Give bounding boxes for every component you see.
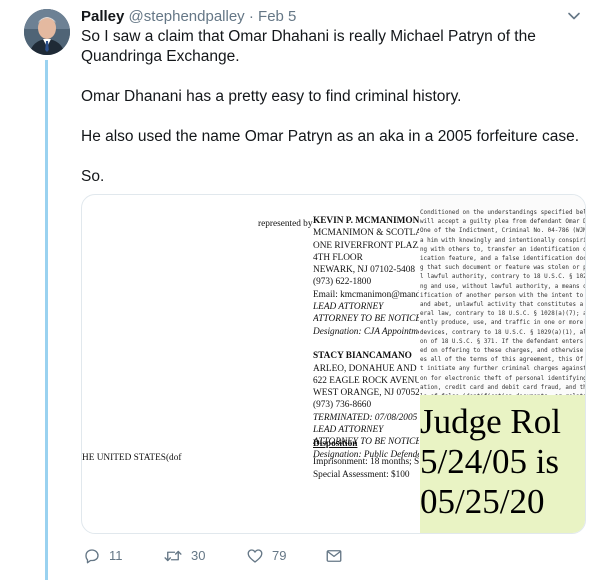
counsel-line: 4TH FLOOR [313,252,363,263]
reply-count: 11 [109,548,123,563]
retweet-button[interactable]: 30 [163,546,205,566]
plea-text-line: ently produce, use, and traffic in one o… [420,320,585,327]
court-docket-excerpt: represented by KEVIN P. MCMANIMON MCMANIM… [82,195,420,533]
plea-text-line: ication feature, and a false identificat… [420,256,585,263]
counsel-line: STACY BIANCAMANO [313,351,412,362]
counsel-line: ONE RIVERFRONT PLAZA [313,240,419,251]
counsel-line: NEWARK, NJ 07102-5408 [313,265,416,276]
tweet-paragraph: He also used the name Omar Patryn as an … [81,128,579,145]
retweet-count: 30 [191,548,206,563]
more-options-chevron-down-icon[interactable] [567,9,581,23]
counsel-line: LEAD ATTORNEY [313,302,384,313]
plea-text-line: and abet, unlawful activity that constit… [420,302,585,309]
plea-text-line: on for electronic theft of personal iden… [420,375,585,382]
plea-text-line: t initiate any further criminal charges … [420,366,585,373]
author-name[interactable]: Palley [81,8,124,25]
tweet-paragraph: Omar Dhanani has a pretty easy to find c… [81,88,462,105]
plea-text-line: Conditioned on the understandings specif… [420,210,585,216]
plea-text-line: eral law, contrary to 18 U.S.C. § 1028(a… [420,311,585,318]
counsel-line: Designation: CJA Appointment [313,326,419,337]
plea-text-line: es all of the terms of this agreement, t… [420,357,584,364]
plea-text-line: on of 18 U.S.C. § 371. If the defendant … [420,338,585,345]
represented-by-label: represented by [258,219,313,229]
plea-agreement-excerpt: Conditioned on the understandings specif… [420,195,585,395]
plea-text-line: l lawful authority, contrary to 18 U.S.C… [420,274,585,281]
avatar[interactable] [24,9,70,55]
author-handle[interactable]: @stephendpalley [129,8,245,25]
counsel-line: TERMINATED: 07/08/2005 [313,412,418,423]
judge-line: 5/24/05 is [420,442,560,481]
disposition-heading: Disposition [313,439,358,449]
plea-text-line: One of the Indictment, Criminal No. 04-7… [420,228,585,235]
plea-text-line: ation, credit card and debit card fraud,… [420,384,585,391]
counsel-line: LEAD ATTORNEY [313,425,384,436]
counsel-list: KEVIN P. MCMANIMON MCMANIMON & SCOTLANDON… [313,215,419,461]
counsel-line: ARLEO, DONAHUE AND BI [313,363,419,374]
plea-text-line: ed on offering to these charges, and oth… [420,348,585,355]
direct-message-button[interactable] [325,546,343,566]
counsel-line: 622 EAGLE ROCK AVENUE [313,375,419,386]
tweet-media-image[interactable]: represented by KEVIN P. MCMANIMON MCMANIM… [81,194,586,534]
tweet-paragraph: So. [81,168,105,185]
tweet-date[interactable]: Feb 5 [258,8,296,25]
plea-text-line: ification of another person with the int… [420,292,585,299]
header-separator: · [248,8,254,25]
like-button[interactable]: 79 [246,546,286,566]
counsel-line [313,338,419,350]
party-text: HE UNITED STATES(dof [82,453,182,463]
plea-text-line: g that such document or feature was stol… [420,265,585,272]
disposition-line: Imprisonment: 18 months; Sup [313,457,419,468]
judge-line: 05/25/20 [420,482,545,521]
counsel-line: (973) 736-8660 [313,400,372,411]
plea-text-line: ng and use, without lawful authority, a … [420,283,585,290]
tweet-paragraph: So I saw a claim that Omar Dhahani is re… [81,28,536,65]
plea-text-line: will accept a guilty plea from defendant… [420,219,585,226]
counsel-line: (973) 622-1800 [313,277,372,288]
retweet-icon [164,550,182,562]
counsel-line: WEST ORANGE, NJ 07052 [313,388,419,399]
counsel-line: ATTORNEY TO BE NOTICED [313,314,419,325]
avatar-image [24,9,70,55]
heart-icon [247,549,263,563]
reply-icon [85,549,99,564]
counsel-line: KEVIN P. MCMANIMON [313,216,419,226]
tweet-text: So I saw a claim that Omar Dhahani is re… [81,27,596,207]
counsel-line: Email: kmcmanimon@mandsh [313,289,419,300]
disposition-block: Disposition Imprisonment: 18 months; Sup… [313,438,419,481]
judge-date-highlight: Judge Rol 5/24/05 is 05/25/20 [420,395,585,533]
like-count: 79 [272,548,287,563]
plea-text: Conditioned on the understandings specif… [420,209,585,395]
plea-text-line: devices, contrary to 18 U.S.C. § 1029(a)… [420,329,585,336]
disposition-line: Special Assessment: $100 [313,469,410,480]
tweet-header: Palley @stephendpalley · Feb 5 [81,8,296,26]
counsel-line: MCMANIMON & SCOTLAND [313,228,419,239]
plea-text-line: ng with others to, transfer an identific… [420,246,585,253]
plea-text-line: a him with knowingly and intentionally c… [420,237,585,244]
envelope-icon [326,550,342,562]
thread-connector-line [45,60,48,580]
reply-button[interactable]: 11 [83,546,123,566]
judge-line: Judge Rol [420,402,561,441]
